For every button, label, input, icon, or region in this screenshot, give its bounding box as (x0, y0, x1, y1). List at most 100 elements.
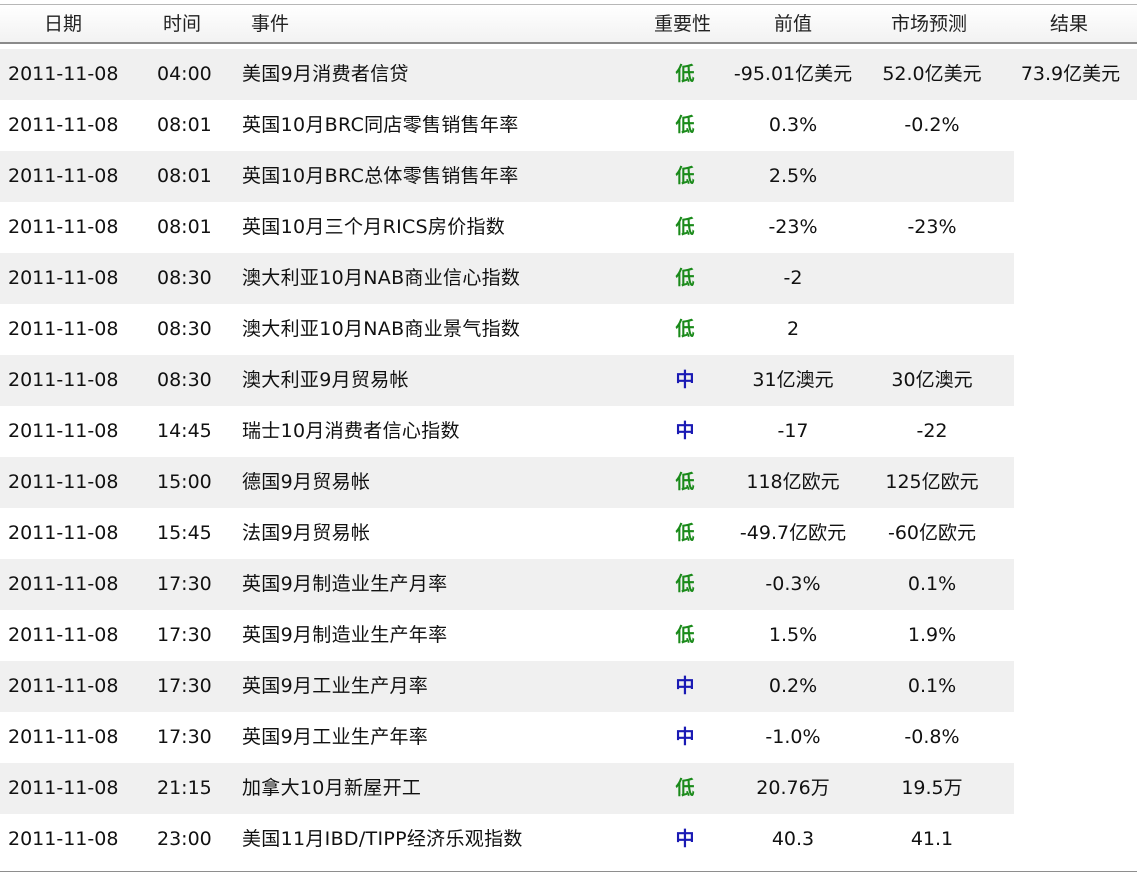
table-row: 2011-11-08 08:30 澳大利亚10月NAB商业景气指数 低 2 (0, 304, 1014, 355)
header-previous: 前值 (774, 13, 813, 35)
event-cell: 澳大利亚10月NAB商业信心指数 (242, 267, 521, 289)
importance-cell: 中 (675, 726, 695, 748)
forecast-value-cell: 1.9% (907, 624, 957, 646)
previous-value-cell: 1.5% (768, 624, 818, 646)
time-cell: 17:30 (157, 624, 212, 646)
importance-cell: 低 (675, 522, 695, 544)
forecast-value-cell: -0.2% (904, 114, 960, 136)
table-row: 2011-11-08 14:45 瑞士10月消费者信心指数 中 -17 -22 (0, 406, 1014, 457)
forecast-value-cell: 125亿欧元 (885, 471, 979, 493)
time-cell: 04:00 (157, 63, 212, 85)
previous-value-cell: 20.76万 (756, 777, 830, 799)
time-cell: 14:45 (157, 420, 212, 442)
importance-cell: 中 (675, 420, 695, 442)
previous-value-cell: -2 (783, 267, 803, 289)
importance-cell: 中 (675, 828, 695, 850)
forecast-value-cell: -23% (907, 216, 957, 238)
table-row: 2011-11-08 23:00 美国11月IBD/TIPP经济乐观指数 中 40.3 4… (0, 814, 1014, 865)
importance-cell: 低 (675, 216, 695, 238)
event-cell: 英国10月三个月RICS房价指数 (242, 216, 506, 238)
date-cell: 2011-11-08 (8, 573, 119, 595)
date-cell: 2011-11-08 (8, 624, 119, 646)
forecast-value-cell: -22 (916, 420, 948, 442)
table-row: 2011-11-08 17:30 英国9月制造业生产月率 低 -0.3% 0.1% (0, 559, 1014, 610)
event-cell: 英国9月制造业生产年率 (242, 624, 448, 646)
event-cell: 澳大利亚10月NAB商业景气指数 (242, 318, 521, 340)
event-cell: 英国10月BRC同店零售销售年率 (242, 114, 519, 136)
previous-value-cell: 118亿欧元 (746, 471, 840, 493)
previous-value-cell: -23% (768, 216, 818, 238)
previous-value-cell: 40.3 (771, 828, 815, 850)
event-cell: 美国11月IBD/TIPP经济乐观指数 (242, 828, 523, 850)
table-row: 2011-11-08 21:15 加拿大10月新屋开工 低 20.76万 19.5万 (0, 763, 1014, 814)
date-cell: 2011-11-08 (8, 471, 119, 493)
importance-cell: 低 (675, 114, 695, 136)
date-cell: 2011-11-08 (8, 318, 119, 340)
date-cell: 2011-11-08 (8, 63, 119, 85)
importance-cell: 低 (675, 624, 695, 646)
forecast-value-cell: 52.0亿美元 (882, 63, 982, 85)
previous-value-cell: -17 (777, 420, 809, 442)
table-row: 2011-11-08 08:01 英国10月BRC同店零售销售年率 低 0.3% -0.2… (0, 100, 1014, 151)
table-row: 2011-11-08 08:30 澳大利亚10月NAB商业信心指数 低 -2 (0, 253, 1014, 304)
importance-cell: 中 (675, 369, 695, 391)
forecast-value-cell: -0.8% (904, 726, 960, 748)
previous-value-cell: 0.3% (768, 114, 818, 136)
date-cell: 2011-11-08 (8, 369, 119, 391)
header-date: 日期 (44, 13, 83, 35)
importance-cell: 低 (675, 777, 695, 799)
table-row: 2011-11-08 15:00 德国9月贸易帐 低 118亿欧元 125亿欧元 (0, 457, 1014, 508)
event-cell: 美国9月消费者信贷 (242, 63, 409, 85)
forecast-value-cell (862, 304, 1002, 355)
result-value-cell: 73.9亿美元 (1020, 63, 1121, 85)
date-cell: 2011-11-08 (8, 420, 119, 442)
table-row: 2011-11-08 17:30 英国9月工业生产月率 中 0.2% 0.1% (0, 661, 1014, 712)
header-event: 事件 (251, 13, 290, 35)
header-result: 结果 (1050, 13, 1089, 35)
time-cell: 15:45 (157, 522, 212, 544)
event-cell: 法国9月贸易帐 (242, 522, 371, 544)
header-importance: 重要性 (654, 13, 712, 35)
date-cell: 2011-11-08 (8, 114, 119, 136)
event-cell: 英国9月工业生产月率 (242, 675, 429, 697)
table-row: 2011-11-08 04:00 美国9月消费者信贷 低 -95.01亿美元 52.0亿美… (0, 49, 1137, 100)
previous-value-cell: -1.0% (765, 726, 821, 748)
importance-cell: 低 (675, 63, 695, 85)
forecast-value-cell: 41.1 (910, 828, 954, 850)
forecast-value-cell: 0.1% (907, 573, 957, 595)
importance-cell: 中 (675, 675, 695, 697)
importance-cell: 低 (675, 267, 695, 289)
forecast-value-cell (862, 253, 1002, 304)
forecast-value-cell (862, 151, 1002, 202)
table-row: 2011-11-08 08:01 英国10月三个月RICS房价指数 低 -23% -23% (0, 202, 1014, 253)
importance-cell: 低 (675, 318, 695, 340)
time-cell: 21:15 (157, 777, 212, 799)
time-cell: 08:01 (157, 165, 212, 187)
previous-value-cell: 2 (786, 318, 800, 340)
previous-value-cell: 0.2% (768, 675, 818, 697)
time-cell: 08:30 (157, 369, 212, 391)
table-header: 日期 时间 事件 重要性 前值 市场预测 结果 (0, 5, 1137, 44)
time-cell: 17:30 (157, 675, 212, 697)
date-cell: 2011-11-08 (8, 216, 119, 238)
event-cell: 澳大利亚9月贸易帐 (242, 369, 409, 391)
table-row: 2011-11-08 15:45 法国9月贸易帐 低 -49.7亿欧元 -60亿欧元 (0, 508, 1014, 559)
time-cell: 08:01 (157, 216, 212, 238)
event-cell: 英国9月制造业生产月率 (242, 573, 448, 595)
header-forecast: 市场预测 (891, 13, 968, 35)
table-row: 2011-11-08 08:30 澳大利亚9月贸易帐 中 31亿澳元 30亿澳元 (0, 355, 1014, 406)
event-cell: 加拿大10月新屋开工 (242, 777, 422, 799)
date-cell: 2011-11-08 (8, 828, 119, 850)
event-cell: 瑞士10月消费者信心指数 (242, 420, 460, 442)
table-row: 2011-11-08 08:01 英国10月BRC总体零售销售年率 低 2.5% (0, 151, 1014, 202)
time-cell: 08:30 (157, 267, 212, 289)
event-cell: 德国9月贸易帐 (242, 471, 371, 493)
event-cell: 英国9月工业生产年率 (242, 726, 429, 748)
importance-cell: 低 (675, 573, 695, 595)
time-cell: 15:00 (157, 471, 212, 493)
event-cell: 英国10月BRC总体零售销售年率 (242, 165, 519, 187)
table-row: 2011-11-08 17:30 英国9月制造业生产年率 低 1.5% 1.9% (0, 610, 1014, 661)
date-cell: 2011-11-08 (8, 165, 119, 187)
importance-cell: 低 (675, 471, 695, 493)
time-cell: 23:00 (157, 828, 212, 850)
